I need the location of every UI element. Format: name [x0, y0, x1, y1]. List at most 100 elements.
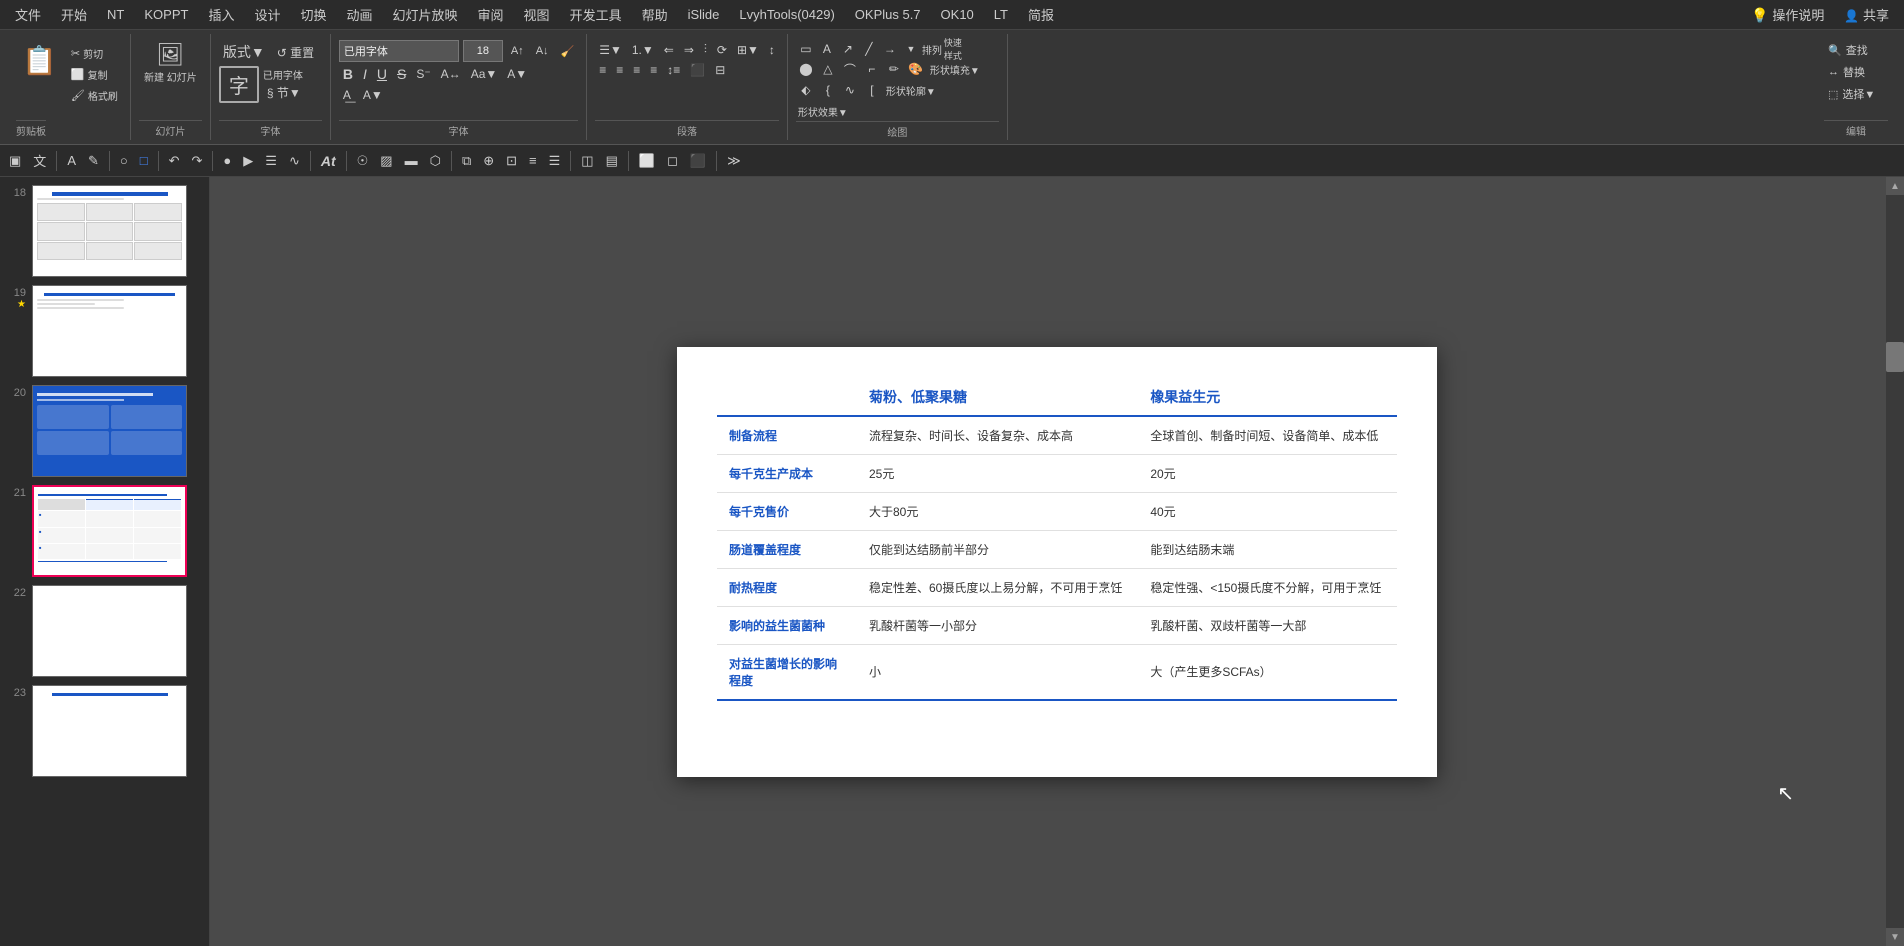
menu-design[interactable]: 设计 [244, 1, 290, 28]
format-btn-1[interactable]: 版式▼ [219, 40, 269, 64]
menu-okplus[interactable]: OKPlus 5.7 [845, 3, 931, 26]
tb2-table[interactable]: ▤ [601, 150, 623, 172]
shape-brace[interactable]: { [818, 81, 838, 99]
tb2-undo[interactable]: ↶ [164, 150, 185, 172]
menu-devtools[interactable]: 开发工具 [560, 1, 632, 28]
new-slide-button[interactable]: 🖼 新建 幻灯片 [140, 40, 201, 86]
tb2-hex[interactable]: ⬡ [425, 150, 446, 172]
shape-fill[interactable]: 🎨 [906, 60, 926, 78]
shape-triangle[interactable]: △ [818, 60, 838, 78]
shape-arrow2[interactable]: → [880, 40, 900, 58]
tb2-three-lines[interactable]: ≡ [524, 150, 542, 171]
menu-nt[interactable]: NT [97, 3, 134, 26]
slide-item-19[interactable]: 19 ★ [8, 285, 201, 377]
shape-more[interactable]: ▼ [901, 40, 921, 58]
font-size-dec[interactable]: A↓ [532, 43, 553, 59]
slide-thumb-23[interactable] [32, 685, 187, 777]
slide-thumb-19[interactable] [32, 285, 187, 377]
numbering-btn[interactable]: 1.▼ [628, 41, 658, 59]
tb2-menu[interactable]: ☰ [544, 150, 566, 172]
tb2-fontcolor[interactable]: A [62, 150, 81, 171]
tb2-grid[interactable]: ▣ [4, 150, 26, 172]
tb2-at[interactable]: At [316, 150, 341, 172]
font-size-input[interactable] [463, 40, 503, 62]
shape-line[interactable]: ╱ [859, 40, 879, 58]
tb2-line[interactable]: ▬ [400, 150, 423, 171]
text-align-v[interactable]: ⊟ [711, 61, 729, 79]
font-color-aa[interactable]: Aa▼ [467, 65, 502, 83]
shape-connector[interactable]: ⌐ [862, 60, 882, 78]
format-painter-button[interactable]: 🖌格式刷 [67, 86, 122, 105]
shape-oval[interactable]: ⬤ [796, 60, 816, 78]
menu-ok10[interactable]: OK10 [931, 3, 984, 26]
slide-item-22[interactable]: 22 [8, 585, 201, 677]
shape-text[interactable]: A [817, 40, 837, 58]
reset-btn[interactable]: ↺ 重置 [273, 42, 318, 63]
columns-btn[interactable]: ⫶ [700, 40, 711, 59]
menu-islide[interactable]: iSlide [678, 3, 730, 26]
line-spacing[interactable]: ↕≡ [663, 61, 684, 79]
tb2-dot2[interactable]: ⊡ [501, 150, 522, 172]
scroll-down-btn[interactable]: ▼ [1886, 928, 1904, 946]
select-btn[interactable]: ⬚选择▼ [1824, 84, 1879, 104]
menu-slideshow[interactable]: 幻灯片放映 [383, 1, 468, 28]
text-direction-btn[interactable]: ⟳ [713, 41, 731, 59]
underline-btn[interactable]: U [373, 64, 391, 84]
bold-btn[interactable]: B [339, 64, 357, 84]
slide-item-20[interactable]: 20 [8, 385, 201, 477]
tb2-texture[interactable]: ▨ [375, 150, 397, 172]
tb2-black-rect[interactable]: ⬛ [685, 150, 711, 172]
shadow-btn[interactable]: S⁻ [412, 65, 434, 83]
increase-indent-btn[interactable]: ⇒ [680, 41, 698, 59]
shape-wave[interactable]: ∿ [840, 81, 860, 99]
text-shadow-btn[interactable]: A͟ [339, 86, 355, 104]
font-name-input[interactable] [339, 40, 459, 62]
menu-lt[interactable]: LT [984, 3, 1018, 26]
paste-button[interactable]: 📋 [16, 40, 63, 81]
tb2-redo[interactable]: ↷ [187, 150, 208, 172]
tb2-lines[interactable]: ☰ [260, 150, 282, 172]
tb2-highlight[interactable]: ✎ [83, 150, 104, 172]
justify[interactable]: ≡ [646, 61, 661, 79]
menu-review[interactable]: 审阅 [468, 1, 514, 28]
align-right[interactable]: ≡ [629, 61, 644, 79]
tb2-circle[interactable]: ○ [115, 150, 133, 171]
tb2-expand[interactable]: ≫ [722, 150, 746, 172]
tb2-text[interactable]: 文 [28, 148, 51, 173]
clear-format-btn[interactable]: 🧹 [557, 43, 579, 60]
slide-thumb-21[interactable]: ■ ■ ■ [32, 485, 187, 577]
menu-operations[interactable]: 💡 操作说明 [1741, 1, 1834, 28]
tb2-panel[interactable]: ◫ [576, 150, 598, 172]
vertical-scrollbar[interactable]: ▲ ▼ [1886, 177, 1904, 946]
canvas-area[interactable]: 菊粉、低聚果糖 橡果益生元 制备流程 流程复杂、时间长、设备复杂、成本高 全球首… [210, 177, 1904, 946]
menu-help[interactable]: 帮助 [632, 1, 678, 28]
menu-lvyhtools[interactable]: LvyhTools(0429) [729, 3, 844, 26]
tb2-cross[interactable]: ⊕ [478, 150, 499, 172]
slide-item-23[interactable]: 23 [8, 685, 201, 777]
smart-art-btn[interactable]: ⊞▼ [733, 41, 763, 59]
cut-button[interactable]: ✂剪切 [67, 44, 122, 63]
shape-edit[interactable]: ✏ [884, 60, 904, 78]
more-para[interactable]: ⬛ [686, 61, 709, 79]
tb2-square[interactable]: □ [135, 150, 153, 171]
tb2-star[interactable]: ☉ [352, 150, 374, 172]
strikethrough-btn[interactable]: S [393, 64, 410, 84]
decrease-indent-btn[interactable]: ⇐ [660, 41, 678, 59]
font-color-btn[interactable]: A▼ [503, 65, 531, 83]
tb2-sm-rect[interactable]: ◻ [662, 150, 683, 172]
slide-thumb-22[interactable] [32, 585, 187, 677]
menu-view[interactable]: 视图 [514, 1, 560, 28]
scroll-up-btn[interactable]: ▲ [1886, 177, 1904, 195]
find-btn[interactable]: 🔍查找 [1824, 40, 1879, 60]
shape-more2[interactable]: ⬖ [796, 81, 816, 99]
menu-animation[interactable]: 动画 [337, 1, 383, 28]
slide-item-18[interactable]: 18 [8, 185, 201, 277]
menu-home[interactable]: 开始 [51, 1, 97, 28]
font-btn[interactable]: 字 [219, 66, 259, 103]
shape-curve[interactable]: ⌒ [840, 60, 860, 78]
scroll-handle[interactable] [1886, 342, 1904, 372]
menu-brief[interactable]: 简报 [1018, 1, 1064, 28]
font-color2-btn[interactable]: A▼ [359, 86, 387, 104]
menu-insert[interactable]: 插入 [198, 1, 244, 28]
tb2-dot[interactable]: ● [218, 150, 236, 171]
